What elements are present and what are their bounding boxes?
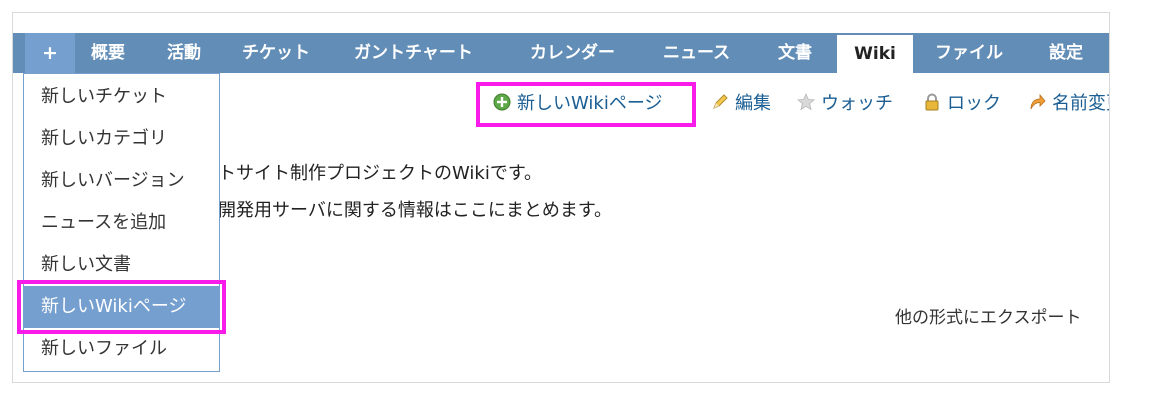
tab-settings[interactable]: 設定: [1049, 33, 1083, 73]
project-menu-bar: + 概要 活動 チケット ガントチャート カレンダー ニュース 文書 Wiki …: [13, 33, 1109, 75]
menu-item-new-category[interactable]: 新しいカテゴリ: [24, 118, 219, 160]
watch-link[interactable]: ウォッチ: [797, 87, 893, 121]
tab-activity[interactable]: 活動: [167, 33, 201, 73]
new-object-menu-button[interactable]: +: [25, 33, 75, 73]
menu-item-new-version[interactable]: 新しいバージョン: [24, 160, 219, 202]
lock-label: ロック: [947, 93, 1001, 114]
watch-label: ウォッチ: [821, 93, 893, 114]
menu-item-new-wiki-page[interactable]: 新しいWikiページ: [24, 286, 219, 328]
tab-issues[interactable]: チケット: [242, 33, 310, 73]
rename-label: 名前変更: [1052, 93, 1109, 114]
edit-label: 編集: [735, 93, 771, 114]
new-wiki-page-label: 新しいWikiページ: [517, 93, 663, 114]
menu-item-add-news[interactable]: ニュースを追加: [24, 202, 219, 244]
tab-overview[interactable]: 概要: [91, 33, 125, 73]
star-icon: [797, 93, 815, 111]
app-frame: + 概要 活動 チケット ガントチャート カレンダー ニュース 文書 Wiki …: [12, 12, 1110, 383]
wiki-content-line-1: トサイト制作プロジェクトのWikiです。: [218, 163, 543, 184]
tab-news[interactable]: ニュース: [663, 33, 730, 73]
new-wiki-page-link[interactable]: 新しいWikiページ: [493, 87, 662, 121]
pencil-icon: [713, 94, 728, 109]
tab-gantt[interactable]: ガントチャート: [354, 33, 473, 73]
rename-link[interactable]: 名前変更: [1028, 87, 1109, 121]
menu-item-new-file[interactable]: 新しいファイル: [24, 328, 219, 370]
menu-item-new-issue[interactable]: 新しいチケット: [24, 76, 219, 118]
new-object-dropdown: 新しいチケット 新しいカテゴリ 新しいバージョン ニュースを追加 新しい文書 新…: [23, 73, 220, 372]
tab-documents[interactable]: 文書: [778, 33, 812, 73]
add-icon: [493, 93, 511, 111]
rename-arrow-icon: [1030, 93, 1046, 110]
lock-icon: [925, 93, 939, 111]
edit-link[interactable]: 編集: [711, 87, 771, 121]
menu-item-new-document[interactable]: 新しい文書: [24, 244, 219, 286]
lock-link[interactable]: ロック: [923, 87, 1001, 121]
export-label: 他の形式にエクスポート: [895, 308, 1082, 328]
tab-files[interactable]: ファイル: [935, 33, 1003, 73]
tab-calendar[interactable]: カレンダー: [530, 33, 615, 73]
wiki-content-line-2: 開発用サーバに関する情報はここにまとめます。: [218, 200, 613, 221]
tab-wiki[interactable]: Wiki: [837, 35, 913, 75]
